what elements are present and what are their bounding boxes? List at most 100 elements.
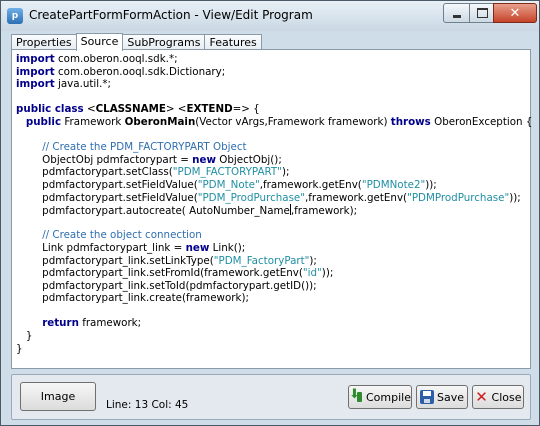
code-line[interactable]: pdmfactorypart.setFieldValue("PDM_ProdPu… — [16, 192, 532, 205]
code-token: )); — [425, 178, 437, 191]
code-token: pdmfactorypart.setFieldValue( — [16, 191, 198, 204]
compile-button-label: Compile — [366, 390, 411, 404]
code-line[interactable]: pdmfactorypart_link.setFromId(framework.… — [16, 267, 532, 280]
program-editor-window: p CreatePartFormFormAction - View/Edit P… — [0, 0, 540, 426]
image-button-label: Image — [40, 390, 76, 403]
minimize-icon — [453, 14, 461, 18]
title-bar[interactable]: p CreatePartFormFormAction - View/Edit P… — [1, 1, 539, 31]
close-button[interactable]: ✕ Close — [472, 385, 524, 409]
code-line[interactable]: public class <CLASSNAME> <EXTEND=> { — [16, 103, 532, 116]
code-token: pdmfactorypart.setFieldValue( — [16, 178, 198, 191]
close-window-button[interactable]: ✕ — [493, 3, 537, 23]
compile-button[interactable]: Compile — [348, 385, 412, 409]
code-token: } — [16, 330, 33, 343]
code-token: pdmfactorypart_link.setLinkType( — [16, 254, 214, 267]
code-token: (Vector vArgs,Framework framework) — [195, 115, 391, 128]
close-button-label: Close — [491, 390, 522, 404]
maximize-button[interactable] — [469, 3, 495, 23]
code-line[interactable]: ObjectObj pdmfactorypart = new ObjectObj… — [16, 154, 532, 167]
code-token-keyword: import — [16, 53, 55, 65]
code-token: ,framework.getEnv( — [305, 191, 408, 204]
minimize-button[interactable] — [443, 3, 471, 23]
code-line[interactable] — [16, 91, 532, 104]
code-token-keyword: new — [192, 153, 216, 166]
code-token-bold: EXTEND — [186, 103, 233, 116]
code-token: ,framework.getEnv( — [259, 178, 362, 191]
code-line[interactable]: // Create the object connection — [16, 229, 532, 242]
code-token-string: "PDM_ProdPurchase" — [197, 191, 306, 204]
code-token: ,framework); — [290, 205, 358, 218]
code-token: com.oberon.ooql.sdk.*; — [54, 53, 178, 65]
code-token-keyword: new — [185, 241, 210, 254]
code-token: java.util.*; — [54, 78, 112, 91]
code-token-string: "PDMNote2" — [361, 178, 426, 191]
code-token: ObjectObj pdmfactorypart = — [16, 153, 193, 166]
code-line[interactable]: pdmfactorypart_link.setToId(pdmfactorypa… — [16, 280, 532, 293]
code-line[interactable]: public Framework OberonMain(Vector vArgs… — [16, 115, 533, 129]
code-token-keyword: public class — [16, 103, 84, 116]
code-token-string: "id" — [302, 267, 322, 280]
code-token: pdmfactorypart.setClass( — [16, 166, 173, 179]
code-token-bold: CLASSNAME — [95, 103, 166, 116]
code-token: ); — [309, 254, 317, 267]
image-button[interactable]: Image — [20, 382, 96, 411]
code-token: )); — [321, 267, 334, 280]
code-token: OberonException { — [430, 115, 533, 128]
code-token: Link(); — [209, 241, 246, 254]
code-token-keyword: import — [16, 78, 55, 91]
code-token-comment: // Create the PDM_FACTORYPART Object — [42, 141, 247, 154]
save-icon — [419, 390, 434, 404]
code-token: pdmfactorypart_link.create(framework); — [16, 292, 249, 305]
code-area[interactable]: import com.oberon.ooql.sdk.*; import com.… — [16, 53, 532, 355]
save-button[interactable]: Save — [416, 385, 468, 409]
code-token-comment: // Create the object connection — [42, 229, 202, 242]
code-line[interactable]: pdmfactorypart.setFieldValue("PDM_Note",… — [16, 179, 532, 192]
code-token: ObjectObj(); — [215, 153, 282, 166]
code-token-keyword: import — [16, 65, 55, 78]
code-token-bold: OberonMain — [124, 115, 196, 128]
tab-source[interactable]: Source — [75, 33, 124, 51]
code-token: } — [16, 342, 23, 355]
code-token: => { — [232, 103, 260, 116]
bottom-toolbar: Image Line: 13 Col: 45 Compile Save ✕ Cl… — [11, 374, 531, 420]
code-token: com.oberon.ooql.sdk.Dictionary; — [54, 65, 226, 78]
cursor-position-status: Line: 13 Col: 45 — [106, 399, 189, 411]
code-token: pdmfactorypart_link.setFromId(framework.… — [16, 267, 303, 280]
code-line[interactable]: } — [16, 330, 532, 343]
code-line[interactable]: pdmfactorypart_link.create(framework); — [16, 292, 532, 305]
code-line[interactable] — [16, 217, 532, 230]
code-token: pdmfactorypart_link.setToId(pdmfactorypa… — [16, 279, 317, 292]
code-token: framework; — [78, 317, 142, 330]
code-token-string: "PDM_Note" — [197, 178, 260, 191]
code-line[interactable]: } — [16, 343, 532, 356]
code-token-string: "PDM_FACTORYPART" — [172, 166, 282, 179]
code-line[interactable] — [16, 129, 532, 142]
code-token: ); — [281, 166, 290, 179]
code-line[interactable]: import java.util.*; — [16, 78, 532, 91]
code-token-string: "PDMProdPurchase" — [407, 191, 510, 204]
code-line[interactable]: pdmfactorypart.setClass("PDM_FACTORYPART… — [16, 166, 532, 179]
code-token-string: "PDM_FactoryPart" — [213, 254, 310, 267]
code-line[interactable] — [16, 305, 532, 318]
code-token: Link pdmfactorypart_link = — [16, 241, 186, 254]
code-token-keyword: throws — [390, 115, 431, 128]
close-icon: ✕ — [509, 5, 521, 21]
code-line[interactable]: import com.oberon.ooql.sdk.*; — [16, 53, 532, 66]
source-code-editor[interactable]: import com.oberon.ooql.sdk.*; import com.… — [11, 49, 532, 369]
code-token: < — [83, 103, 96, 116]
code-line[interactable]: return framework; — [16, 317, 532, 330]
code-line[interactable]: pdmfactorypart_link.setLinkType("PDM_Fac… — [16, 255, 532, 268]
code-token-keyword: return — [42, 317, 79, 330]
code-line[interactable]: import com.oberon.ooql.sdk.Dictionary; — [16, 66, 532, 79]
code-token: )); — [509, 191, 521, 204]
code-token: > < — [165, 103, 187, 116]
maximize-icon — [476, 8, 488, 18]
code-line[interactable]: pdmfactorypart.autocreate( AutoNumber_Na… — [16, 204, 532, 217]
code-token-keyword: public — [25, 115, 62, 128]
code-line[interactable]: // Create the PDM_FACTORYPART Object — [16, 141, 532, 154]
code-line[interactable]: Link pdmfactorypart_link = new Link(); — [16, 242, 532, 255]
